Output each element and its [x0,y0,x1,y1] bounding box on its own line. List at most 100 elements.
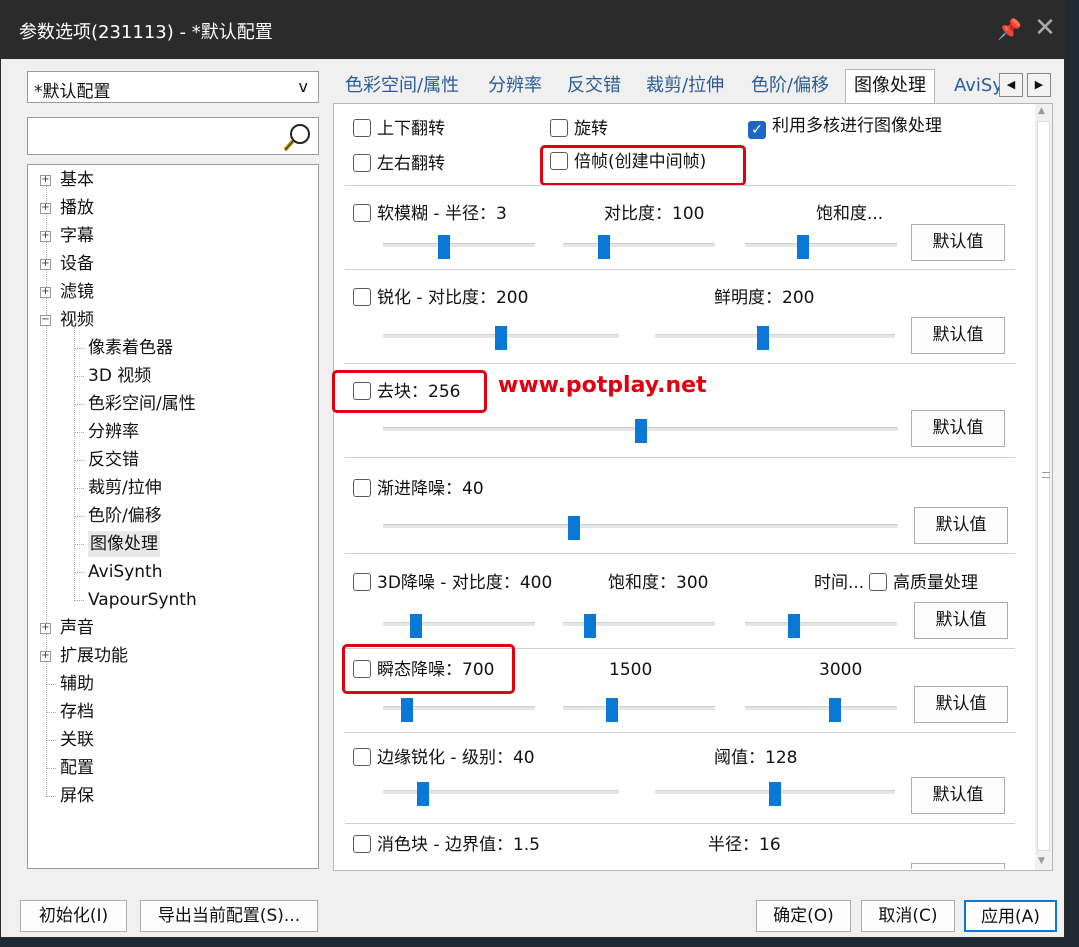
slider-thumb[interactable] [401,698,414,722]
slider-thumb[interactable] [796,235,809,259]
default-button[interactable]: 默认值 [911,777,1005,814]
checkbox-icon[interactable] [353,204,371,222]
flip-vertical-checkbox[interactable]: 上下翻转 [353,118,445,142]
scrollbar-thumb[interactable] [1037,121,1050,851]
default-button[interactable]: 默认值 [914,507,1008,544]
tab-scroll-left-icon[interactable]: ◀ [999,73,1023,97]
tree-item[interactable]: 播放 [60,195,94,221]
slider-thumb[interactable] [584,614,597,638]
tree-subitem[interactable]: 像素着色器 [88,335,173,361]
tab-item[interactable]: 图像处理 [845,69,935,103]
tab-item[interactable]: 裁剪/拉伸 [646,72,724,102]
tree-item[interactable]: 滤镜 [60,279,94,305]
settings-tree[interactable]: 基本 + 播放 + 字幕 + 设备 + 滤镜 + 视频 − 像素着色器 3D 视频 色彩空间/属性 分辨率 反交… [27,164,319,869]
color-deblock-checkbox[interactable]: 消色块 - 边界值：1.5 [353,834,540,858]
search-input[interactable] [27,117,319,155]
soft-blur-saturation-slider[interactable] [745,235,897,259]
multicore-checkbox[interactable]: ✓ 利用多核进行图像处理 [748,115,942,139]
expand-icon[interactable]: + [40,287,51,298]
checkbox-icon[interactable] [869,573,887,591]
tree-subitem[interactable]: VapourSynth [88,587,197,613]
tab-item[interactable]: 分辨率 [488,72,542,102]
sharpen-vividness-slider[interactable] [655,326,895,350]
tab-item[interactable]: 反交错 [567,72,621,102]
progressive-denoise-slider[interactable] [383,516,898,540]
checkbox-icon[interactable] [353,835,371,853]
default-button[interactable]: 默认值 [911,410,1005,447]
checkbox-icon[interactable] [353,154,371,172]
export-config-button[interactable]: 导出当前配置(S)... [140,900,318,932]
tree-item[interactable]: 基本 [60,167,94,193]
checkbox-icon[interactable] [353,573,371,591]
pin-icon[interactable]: 📌 [997,17,1022,41]
transient-denoise-slider-1[interactable] [383,698,535,722]
slider-thumb[interactable] [567,516,580,540]
tree-subitem[interactable]: 色阶/偏移 [88,503,162,529]
slider-thumb[interactable] [769,782,781,806]
tree-subitem[interactable]: 3D 视频 [88,363,151,389]
transient-denoise-slider-2[interactable] [563,698,715,722]
panel-scrollbar[interactable]: ▲ ▼ [1035,104,1052,870]
default-button[interactable]: 默认值 [914,686,1008,723]
tree-item[interactable]: 关联 [60,727,94,753]
tree-subitem[interactable]: 色彩空间/属性 [88,391,196,417]
checkbox-icon[interactable] [353,748,371,766]
tree-item[interactable]: 屏保 [60,783,94,809]
progressive-denoise-checkbox[interactable]: 渐进降噪：40 [353,478,484,502]
3d-denoise-checkbox[interactable]: 3D降噪 - 对比度：400 [353,572,552,596]
tree-subitem[interactable]: 反交错 [88,447,139,473]
3d-denoise-contrast-slider[interactable] [383,614,535,638]
expand-icon[interactable]: + [40,203,51,214]
deblock-slider[interactable] [383,419,898,443]
default-button[interactable]: 默认值 [914,602,1008,639]
tab-item[interactable]: 色彩空间/属性 [345,72,459,102]
slider-thumb[interactable] [634,419,647,443]
tree-item[interactable]: 设备 [60,251,94,277]
tree-item[interactable]: 辅助 [60,671,94,697]
expand-icon[interactable]: + [40,231,51,242]
tree-item[interactable]: 存档 [60,699,94,725]
checkbox-checked-icon[interactable]: ✓ [748,121,766,139]
expand-icon[interactable]: + [40,259,51,270]
close-icon[interactable]: ✕ [1031,13,1059,43]
slider-thumb[interactable] [437,235,450,259]
slider-thumb[interactable] [410,614,423,638]
tree-item[interactable]: 视频 [60,307,94,333]
tree-item[interactable]: 字幕 [60,223,94,249]
expand-icon[interactable]: + [40,651,51,662]
slider-thumb[interactable] [598,235,611,259]
slider-thumb[interactable] [787,614,800,638]
soft-blur-checkbox[interactable]: 软模糊 - 半径：3 [353,203,507,227]
tree-subitem[interactable]: 裁剪/拉伸 [88,475,162,501]
tab-scroll-right-icon[interactable]: ▶ [1027,73,1051,97]
expand-icon[interactable]: + [40,623,51,634]
scroll-down-icon[interactable]: ▼ [1038,856,1045,866]
tree-item[interactable]: 扩展功能 [60,643,128,669]
title-bar[interactable]: 参数选项(231113) - *默认配置 📌 ✕ [1,1,1064,59]
transient-denoise-slider-3[interactable] [745,698,897,722]
collapse-icon[interactable]: − [40,315,51,326]
3d-denoise-time-slider[interactable] [745,614,897,638]
ok-button[interactable]: 确定(O) [756,900,851,932]
edge-sharpen-checkbox[interactable]: 边缘锐化 - 级别：40 [353,747,535,771]
edge-sharpen-threshold-slider[interactable] [655,782,895,806]
init-button[interactable]: 初始化(I) [20,900,127,932]
apply-button[interactable]: 应用(A) [964,900,1057,932]
tree-subitem[interactable]: 分辨率 [88,419,139,445]
tree-item[interactable]: 声音 [60,615,94,641]
default-button[interactable]: 默认值 [911,317,1005,354]
checkbox-icon[interactable] [353,288,371,306]
search-icon[interactable] [282,121,314,153]
slider-thumb[interactable] [605,698,618,722]
slider-thumb[interactable] [828,698,841,722]
tree-subitem[interactable]: 图像处理 [88,531,160,557]
tree-item[interactable]: 配置 [60,755,94,781]
tree-subitem[interactable]: AviSynth [88,559,162,585]
default-button[interactable]: 默认值 [911,224,1005,261]
checkbox-icon[interactable] [353,479,371,497]
profile-select[interactable]: *默认配置 v [27,71,319,103]
sharpen-contrast-slider[interactable] [383,326,619,350]
rotate-checkbox[interactable]: 旋转 [550,118,608,142]
soft-blur-contrast-slider[interactable] [563,235,715,259]
edge-sharpen-level-slider[interactable] [383,782,619,806]
